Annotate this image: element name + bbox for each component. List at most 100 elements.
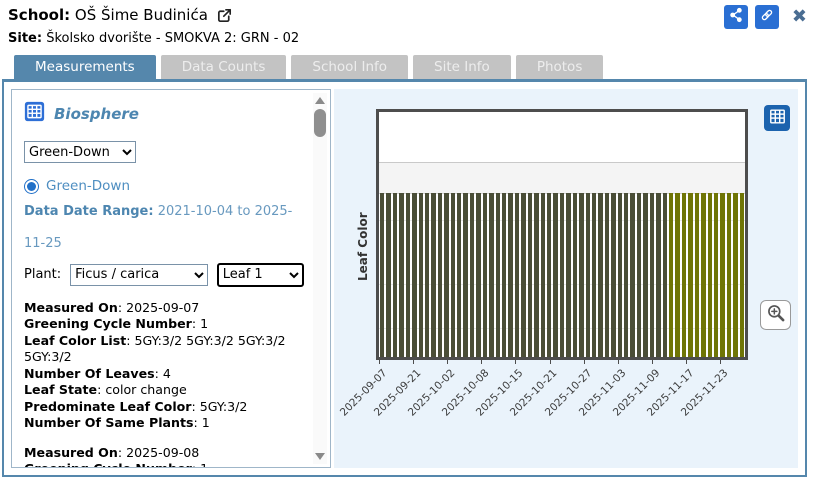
measurement-list: Measured On: 2025-09-07Greening Cycle Nu… xyxy=(24,300,304,468)
bar xyxy=(444,193,448,357)
x-tick xyxy=(550,360,551,364)
leaf-dropdown[interactable]: Leaf 1 xyxy=(217,263,304,287)
bar xyxy=(534,193,538,357)
share-icon xyxy=(728,7,744,27)
plot-band xyxy=(379,112,745,162)
bar xyxy=(386,193,390,357)
sidebar-scrollbar[interactable] xyxy=(313,93,327,464)
bar xyxy=(669,193,673,357)
bar xyxy=(515,193,519,357)
green-down-radio[interactable] xyxy=(24,179,39,194)
bar xyxy=(438,193,442,357)
close-icon[interactable]: ✖ xyxy=(792,5,807,29)
measurement-field: Number Of Leaves: 4 xyxy=(24,366,304,383)
data-date-range: Data Date Range: 2021-10-04 to 2025-11-2… xyxy=(24,196,304,260)
scroll-down-icon[interactable] xyxy=(315,453,325,460)
protocol-dropdown[interactable]: Green-Down xyxy=(24,141,136,163)
link-icon xyxy=(759,7,775,27)
school-label: School: xyxy=(8,6,70,24)
bar xyxy=(541,193,545,357)
bar xyxy=(656,193,660,357)
measurement-field: Measured On: 2025-09-08 xyxy=(24,445,304,462)
gridline xyxy=(379,162,745,163)
tab-data-counts[interactable]: Data Counts xyxy=(161,55,287,79)
school-name: OŠ Šime Budinića xyxy=(75,6,208,24)
x-tick xyxy=(447,360,448,364)
bar xyxy=(663,193,667,357)
x-tick xyxy=(720,360,721,364)
table-icon xyxy=(768,107,787,130)
external-link-icon[interactable] xyxy=(216,7,233,24)
tab-school-info[interactable]: School Info xyxy=(291,55,408,79)
link-button[interactable] xyxy=(755,5,779,29)
x-tick xyxy=(652,360,653,364)
bar xyxy=(457,193,461,357)
date-range-label: Data Date Range: xyxy=(24,204,154,219)
bar xyxy=(476,193,480,357)
show-data-table-button[interactable] xyxy=(764,105,790,131)
bar xyxy=(618,193,622,357)
bar xyxy=(425,193,429,357)
tab-photos[interactable]: Photos xyxy=(516,55,604,79)
bar xyxy=(560,193,564,357)
bar xyxy=(566,193,570,357)
bar xyxy=(406,193,410,357)
scrollbar-thumb[interactable] xyxy=(314,109,326,137)
bar xyxy=(463,193,467,357)
plant-dropdown[interactable]: Ficus / carica xyxy=(70,264,208,286)
plant-label: Plant: xyxy=(24,267,61,282)
bar xyxy=(733,193,737,357)
measurement-field: Leaf State: color change xyxy=(24,382,304,399)
biosphere-header: Biosphere xyxy=(24,101,304,126)
bar xyxy=(547,193,551,357)
bar xyxy=(399,193,403,357)
bar xyxy=(496,193,500,357)
bar xyxy=(630,193,634,357)
bar xyxy=(720,193,724,357)
measurement-field: Predominate Leaf Color: 5GY:3/2 xyxy=(24,399,304,416)
bar xyxy=(682,193,686,357)
bar xyxy=(598,193,602,357)
bar xyxy=(508,193,512,357)
bar xyxy=(688,193,692,357)
school-title-row: School: OŠ Šime Budinića xyxy=(8,6,233,24)
chart-zoom-button[interactable] xyxy=(760,300,791,330)
x-tick xyxy=(618,360,619,364)
bar xyxy=(380,193,384,357)
section-title: Biosphere xyxy=(54,105,139,123)
bar xyxy=(483,193,487,357)
bar xyxy=(528,193,532,357)
x-tick xyxy=(413,360,414,364)
bar xyxy=(675,193,679,357)
tab-site-info[interactable]: Site Info xyxy=(413,55,511,79)
bar xyxy=(611,193,615,357)
site-name: Školsko dvorište - SMOKVA 2: GRN - 02 xyxy=(46,31,299,46)
measurement-field: Greening Cycle Number: 1 xyxy=(24,461,304,468)
bar xyxy=(714,193,718,357)
sidebar: Biosphere Green-Down Green-Down Data Dat… xyxy=(11,89,331,468)
bar xyxy=(637,193,641,357)
bar xyxy=(393,193,397,357)
x-tick xyxy=(584,360,585,364)
share-button[interactable] xyxy=(724,5,748,29)
bar xyxy=(650,193,654,357)
x-tick xyxy=(481,360,482,364)
tab-bar: Measurements Data Counts School Info Sit… xyxy=(14,55,603,79)
plant-selector-row: Plant: Ficus / carica Leaf 1 xyxy=(24,263,304,287)
x-axis-labels: 2025-09-072025-09-212025-10-022025-10-08… xyxy=(376,360,748,470)
tab-measurements[interactable]: Measurements xyxy=(14,55,156,79)
bar xyxy=(431,193,435,357)
bar xyxy=(605,193,609,357)
chart-panel: Leaf Color 2025-09-072025-09-212025-10-0… xyxy=(334,89,798,468)
bar xyxy=(412,193,416,357)
bar xyxy=(624,193,628,357)
bar xyxy=(643,193,647,357)
green-down-radio-label: Green-Down xyxy=(46,178,130,194)
bar xyxy=(695,193,699,357)
bar xyxy=(521,193,525,357)
header-actions: ✖ xyxy=(724,5,807,29)
bar xyxy=(419,193,423,357)
scroll-up-icon[interactable] xyxy=(315,97,325,104)
x-tick xyxy=(686,360,687,364)
measurement-field: Greening Cycle Number: 1 xyxy=(24,316,304,333)
